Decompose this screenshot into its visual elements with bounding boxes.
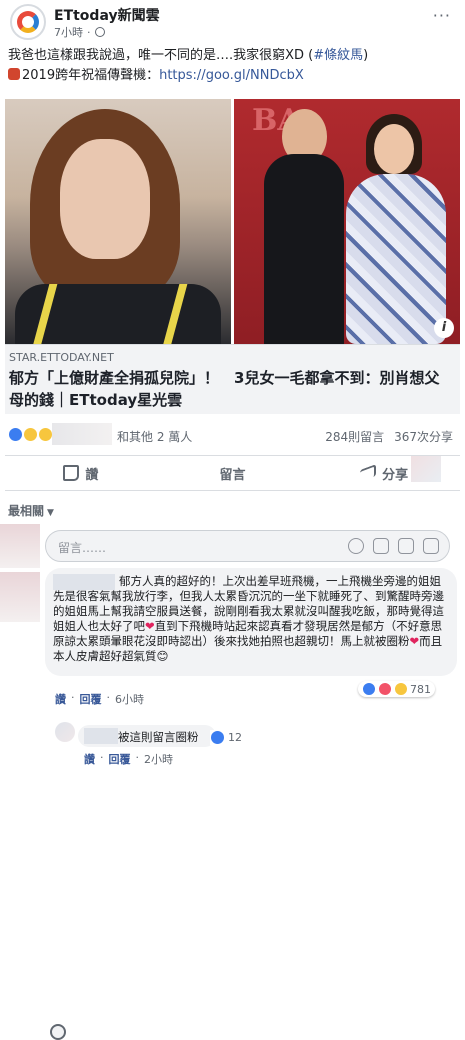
- facebook-post: ETtoday新聞雲 7小時 · ··· 我爸也這樣跟我說過，唯一不同的是….我…: [0, 0, 465, 1040]
- reply-reply-link[interactable]: 回覆: [109, 751, 131, 767]
- reactions-row: 和其他 2 萬人 284則留言 367次分享: [0, 421, 465, 449]
- share-arrow-icon: [360, 464, 377, 482]
- blurred-reply-avatar[interactable]: [55, 722, 75, 742]
- sort-label: 最相關: [8, 504, 45, 518]
- blurred-reply-name[interactable]: [84, 728, 118, 744]
- blurred-avatar: [411, 456, 441, 482]
- caret-down-icon: ▼: [47, 508, 54, 518]
- blurred-avatar: [0, 572, 40, 622]
- globe-icon: [94, 27, 105, 37]
- like-reaction-icon: [210, 730, 225, 745]
- comment-count[interactable]: 284則留言: [325, 428, 384, 445]
- speech-bubble-icon: [50, 1024, 66, 1040]
- meta-separator: ·: [87, 25, 91, 39]
- man-suit: [264, 154, 344, 344]
- reply-like-link[interactable]: 讚: [84, 751, 95, 767]
- reaction-summary[interactable]: 和其他 2 萬人: [117, 428, 192, 445]
- reply-actions: 讚 · 回覆 · 2小時: [84, 751, 173, 767]
- composer-icons: [348, 538, 439, 554]
- comment-input[interactable]: 留言……: [45, 530, 450, 562]
- comment-time[interactable]: 6小時: [115, 691, 144, 707]
- sticker-icon[interactable]: [423, 538, 439, 554]
- comment-placeholder: 留言……: [58, 541, 107, 555]
- link-title[interactable]: 郁方「上億財產全捐孤兒院」！ 3兒女一毛都拿不到：別肖想父母的錢｜ETtoday…: [9, 367, 454, 411]
- comment-like-link[interactable]: 讚: [55, 691, 66, 707]
- woman-dress: [346, 174, 446, 344]
- post-time[interactable]: 7小時: [54, 24, 83, 40]
- post-text-line-1: 我爸也這樣跟我說過，唯一不同的是….我家很窮XD (#條紋馬): [8, 46, 458, 66]
- blurred-name: [52, 423, 112, 445]
- post-text-close: ): [363, 48, 369, 63]
- red-carpet-photo: BA i: [234, 99, 460, 344]
- post-text-main: 我爸也這樣跟我說過，唯一不同的是….我家很窮XD (: [8, 48, 314, 63]
- comment-reply-link[interactable]: 回覆: [80, 691, 102, 707]
- wow-reaction-icon: [394, 682, 408, 696]
- reaction-icons[interactable]: [8, 427, 53, 442]
- link-domain: STAR.ETTODAY.NET: [9, 351, 114, 364]
- post-header: ETtoday新聞雲 7小時 · ···: [0, 0, 465, 44]
- reply-reactions[interactable]: 12: [210, 730, 242, 745]
- ettoday-logo-icon: [17, 11, 39, 33]
- blurred-avatar: [0, 524, 40, 568]
- comment-reactions[interactable]: 781: [358, 681, 435, 697]
- thumbs-up-icon: [63, 465, 80, 481]
- emoji-icon[interactable]: [348, 538, 364, 554]
- camera-icon[interactable]: [373, 538, 389, 554]
- page-avatar[interactable]: [10, 4, 46, 40]
- reply-text: 被這則留言圈粉: [118, 730, 199, 744]
- love-reaction-icon: [378, 682, 392, 696]
- engagement-counts: 284則留言 367次分享: [325, 428, 453, 445]
- dot: ·: [71, 691, 75, 704]
- share-label: 分享: [382, 467, 409, 483]
- comment-bubble: 郁方人真的超好的！上次出差早班飛機，一上飛機坐旁邊的姐姐先是很客氣幫我放行李，但…: [45, 568, 457, 676]
- share-count[interactable]: 367次分享: [394, 428, 453, 445]
- like-button[interactable]: 讚: [5, 464, 157, 483]
- heart-emoji-icon: ❤: [145, 619, 155, 633]
- promo-link[interactable]: https://goo.gl/NNDcbX: [159, 68, 304, 83]
- comment-button[interactable]: 留言: [50, 464, 309, 1040]
- gif-icon[interactable]: [398, 538, 414, 554]
- post-meta: 7小時 ·: [54, 24, 105, 40]
- post-text-line-2: 2019跨年祝福傳聲機：https://goo.gl/NNDcbX: [8, 66, 458, 86]
- heart-emoji-icon: ❤: [409, 634, 420, 648]
- comment-text: 郁方人真的超好的！上次出差早班飛機，一上飛機坐旁邊的姐姐先是很客氣幫我放行李，但…: [53, 574, 449, 664]
- page-name[interactable]: ETtoday新聞雲: [54, 5, 160, 25]
- promo-text: 2019跨年祝福傳聲機：: [22, 68, 160, 83]
- link-card[interactable]: STAR.ETTODAY.NET 郁方「上億財產全捐孤兒院」！ 3兒女一毛都拿不…: [5, 344, 460, 414]
- woman-head: [374, 124, 414, 174]
- like-reaction-icon: [362, 682, 376, 696]
- comment-label: 留言: [219, 467, 246, 483]
- like-reaction-icon: [8, 427, 23, 442]
- reply-time[interactable]: 2小時: [144, 751, 173, 767]
- portrait-face: [60, 139, 150, 259]
- reply-reaction-count: 12: [228, 731, 242, 744]
- grin-emoji-icon: 😊: [156, 649, 169, 663]
- dot: ·: [135, 751, 140, 764]
- wow-reaction-icon: [38, 427, 53, 442]
- comment-reaction-count: 781: [410, 682, 431, 696]
- action-bar: 讚 留言 分享: [5, 455, 460, 1040]
- more-options-button[interactable]: ···: [433, 6, 451, 25]
- money-bag-icon: [8, 68, 20, 80]
- haha-reaction-icon: [23, 427, 38, 442]
- link-preview-image[interactable]: BA i: [5, 99, 460, 344]
- post-text: 我爸也這樣跟我說過，唯一不同的是….我家很窮XD (#條紋馬) 2019跨年祝福…: [8, 46, 458, 86]
- dot: ·: [106, 691, 111, 704]
- portrait-photo: [5, 99, 231, 344]
- comment-sort-dropdown[interactable]: 最相關 ▼: [8, 502, 54, 519]
- reply-bubble: 被這則留言圈粉: [78, 725, 216, 747]
- comment-actions: 讚 · 回覆 · 6小時: [55, 691, 144, 707]
- info-icon[interactable]: i: [434, 318, 454, 338]
- dot: ·: [100, 751, 104, 764]
- hashtag-link[interactable]: #條紋馬: [313, 48, 363, 63]
- like-label: 讚: [85, 467, 99, 483]
